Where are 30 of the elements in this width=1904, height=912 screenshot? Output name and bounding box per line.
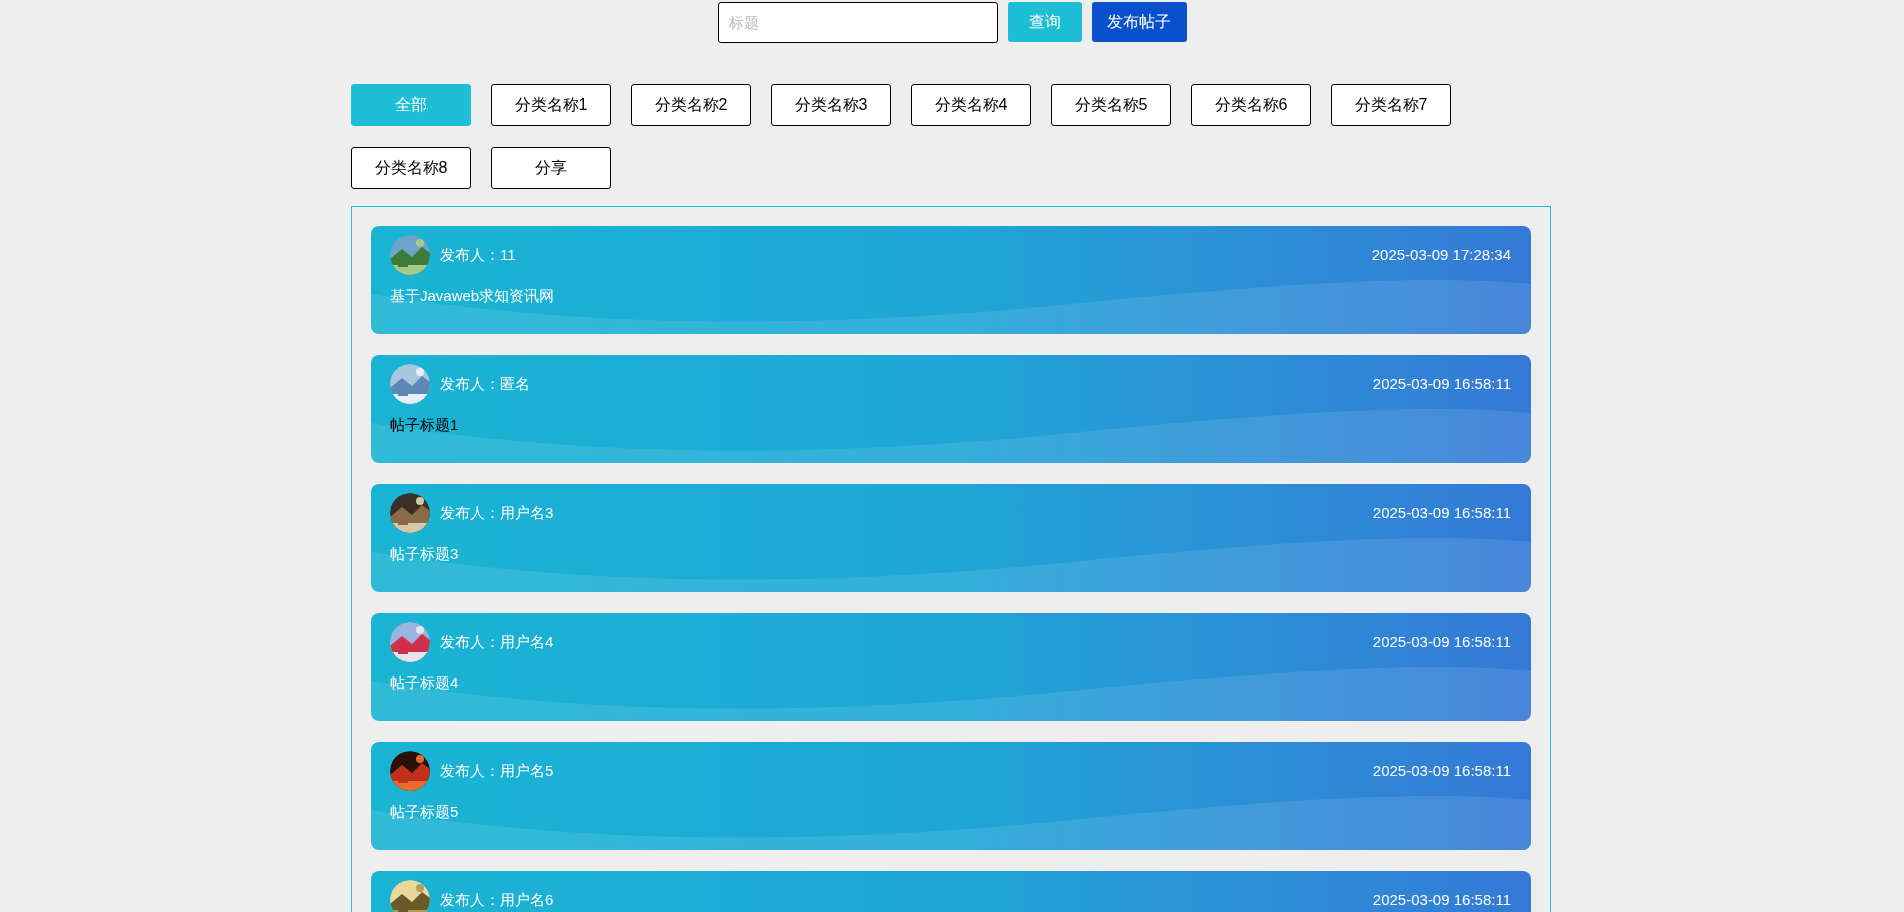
category-tab[interactable]: 分类名称2 [631, 84, 751, 126]
category-tab[interactable]: 分类名称3 [771, 84, 891, 126]
post-time: 2025-03-09 17:28:34 [1371, 244, 1511, 265]
post-card[interactable]: 发布人：11 2025-03-09 17:28:34 基于Javaweb求知资讯网 [371, 226, 1531, 334]
category-tab[interactable]: 分类名称4 [911, 84, 1031, 126]
publish-button[interactable]: 发布帖子 [1091, 2, 1187, 42]
author-label: 发布人：用户名4 [440, 631, 554, 652]
post-card[interactable]: 发布人：用户名5 2025-03-09 16:58:11 帖子标题5 [371, 742, 1531, 850]
post-time: 2025-03-09 16:58:11 [1372, 760, 1511, 781]
author-label: 发布人：用户名3 [440, 502, 554, 523]
author-label: 发布人：匿名 [440, 373, 530, 394]
post-title[interactable]: 帖子标题1 [390, 416, 459, 433]
author-label: 发布人：11 [440, 244, 516, 265]
post-card[interactable]: 发布人：匿名 2025-03-09 16:58:11 帖子标题1 [371, 355, 1531, 463]
post-time: 2025-03-09 16:58:11 [1372, 889, 1511, 910]
post-card[interactable]: 发布人：用户名4 2025-03-09 16:58:11 帖子标题4 [371, 613, 1531, 721]
post-card[interactable]: 发布人：用户名6 2025-03-09 16:58:11 [371, 871, 1531, 912]
category-tab[interactable]: 分享 [491, 147, 611, 189]
post-time: 2025-03-09 16:58:11 [1372, 502, 1511, 523]
category-tab[interactable]: 分类名称6 [1191, 84, 1311, 126]
search-field[interactable]: 标题 [717, 2, 998, 43]
author-label: 发布人：用户名6 [440, 889, 554, 910]
post-card[interactable]: 发布人：用户名3 2025-03-09 16:58:11 帖子标题3 [371, 484, 1531, 592]
category-tab[interactable]: 分类名称7 [1331, 84, 1451, 126]
category-tab[interactable]: 分类名称1 [491, 84, 611, 126]
post-time: 2025-03-09 16:58:11 [1372, 373, 1511, 394]
post-time: 2025-03-09 16:58:11 [1372, 631, 1511, 652]
category-tab[interactable]: 分类名称5 [1051, 84, 1171, 126]
category-tab[interactable]: 分类名称8 [351, 147, 471, 189]
author-label: 发布人：用户名5 [440, 760, 554, 781]
